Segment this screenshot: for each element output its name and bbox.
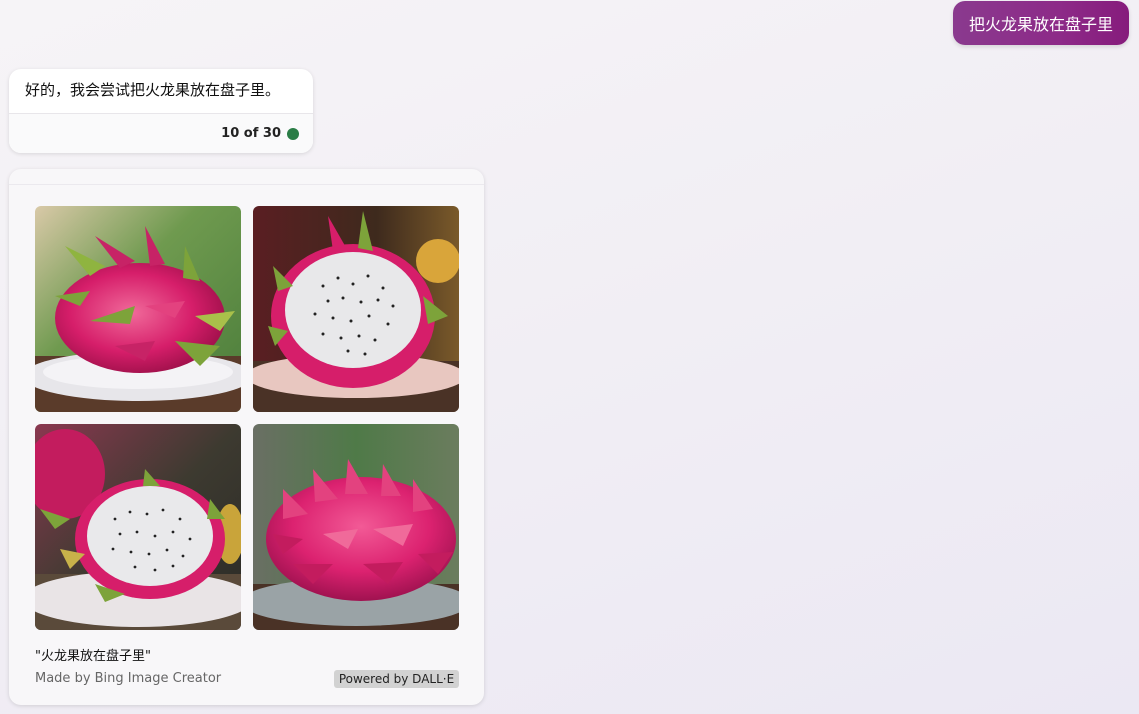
image-creator-card: "火龙果放在盘子里" Made by Bing Image Creator Po…: [9, 169, 484, 705]
image-prompt-caption: "火龙果放在盘子里": [35, 649, 151, 664]
generated-image-1[interactable]: [35, 206, 241, 412]
generated-image-3[interactable]: [35, 424, 241, 630]
generated-image-4[interactable]: [253, 424, 459, 630]
bot-message-text: 好的，我会尝试把火龙果放在盘子里。: [25, 81, 281, 99]
bot-message-footer: 10 of 30: [9, 113, 313, 153]
powered-by-badge: Powered by DALL·E: [334, 670, 459, 688]
user-message-bubble: 把火龙果放在盘子里: [953, 1, 1129, 45]
bot-message-bubble: 好的，我会尝试把火龙果放在盘子里。 10 of 30: [9, 69, 313, 153]
generated-image-2[interactable]: [253, 206, 459, 412]
card-divider: [9, 184, 484, 185]
status-dot-icon: [287, 127, 299, 140]
user-message-text: 把火龙果放在盘子里: [968, 15, 1113, 34]
made-by-label[interactable]: Made by Bing Image Creator: [35, 671, 221, 686]
turn-counter: 10 of 30: [221, 126, 281, 141]
